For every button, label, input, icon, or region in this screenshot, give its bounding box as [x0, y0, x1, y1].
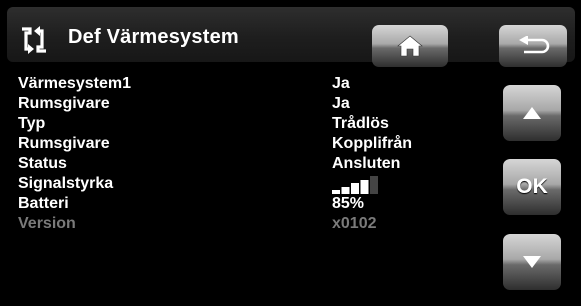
home-button[interactable]: [372, 25, 448, 67]
row-label: Värmesystem1: [18, 75, 131, 92]
row-value: 85%: [332, 195, 365, 212]
row-label: Rumsgivare: [18, 95, 110, 112]
row-value: Ja: [332, 75, 350, 92]
row-signalstyrka[interactable]: Signalstyrka: [18, 174, 488, 194]
return-arrow-icon: [519, 36, 550, 54]
ok-label: OK: [516, 175, 548, 198]
signal-bar: [341, 187, 350, 194]
signal-bar: [370, 176, 378, 194]
row-value: Kopplifrån: [332, 135, 412, 152]
row-label: Signalstyrka: [18, 175, 114, 192]
row-label: Status: [18, 155, 67, 172]
signal-bar: [351, 183, 359, 194]
triangle-down-icon: [523, 256, 541, 268]
row-label: Typ: [18, 115, 46, 132]
scroll-up-button[interactable]: [503, 85, 561, 141]
home-icon: [397, 35, 423, 57]
row-version: Version x0102: [18, 214, 488, 234]
screen: Def Värmesystem Värmesystem1 Ja Rumsgiva…: [0, 0, 581, 306]
ok-button[interactable]: OK: [503, 159, 561, 215]
triangle-up-icon: [523, 107, 541, 119]
row-value: Ja: [332, 95, 350, 112]
row-value: Ansluten: [332, 155, 401, 172]
row-label: Batteri: [18, 195, 69, 212]
row-value: Trådlös: [332, 115, 389, 132]
row-typ[interactable]: Typ Trådlös: [18, 114, 488, 134]
row-varmesystem1[interactable]: Värmesystem1 Ja: [18, 74, 488, 94]
row-status[interactable]: Status Ansluten: [18, 154, 488, 174]
page-title: Def Värmesystem: [68, 26, 239, 48]
row-batteri[interactable]: Batteri 85%: [18, 194, 488, 214]
signal-strength-icon: [332, 176, 378, 194]
sync-arrows-icon: [22, 26, 46, 54]
row-value: x0102: [332, 215, 377, 232]
row-label: Rumsgivare: [18, 135, 110, 152]
settings-list: Värmesystem1 Ja Rumsgivare Ja Typ Trådlö…: [18, 74, 488, 234]
row-rumsgivare-koppling[interactable]: Rumsgivare Kopplifrån: [18, 134, 488, 154]
signal-bar: [360, 180, 369, 194]
row-label: Version: [18, 215, 76, 232]
back-button[interactable]: [499, 25, 567, 67]
scroll-down-button[interactable]: [503, 234, 561, 290]
row-rumsgivare[interactable]: Rumsgivare Ja: [18, 94, 488, 114]
